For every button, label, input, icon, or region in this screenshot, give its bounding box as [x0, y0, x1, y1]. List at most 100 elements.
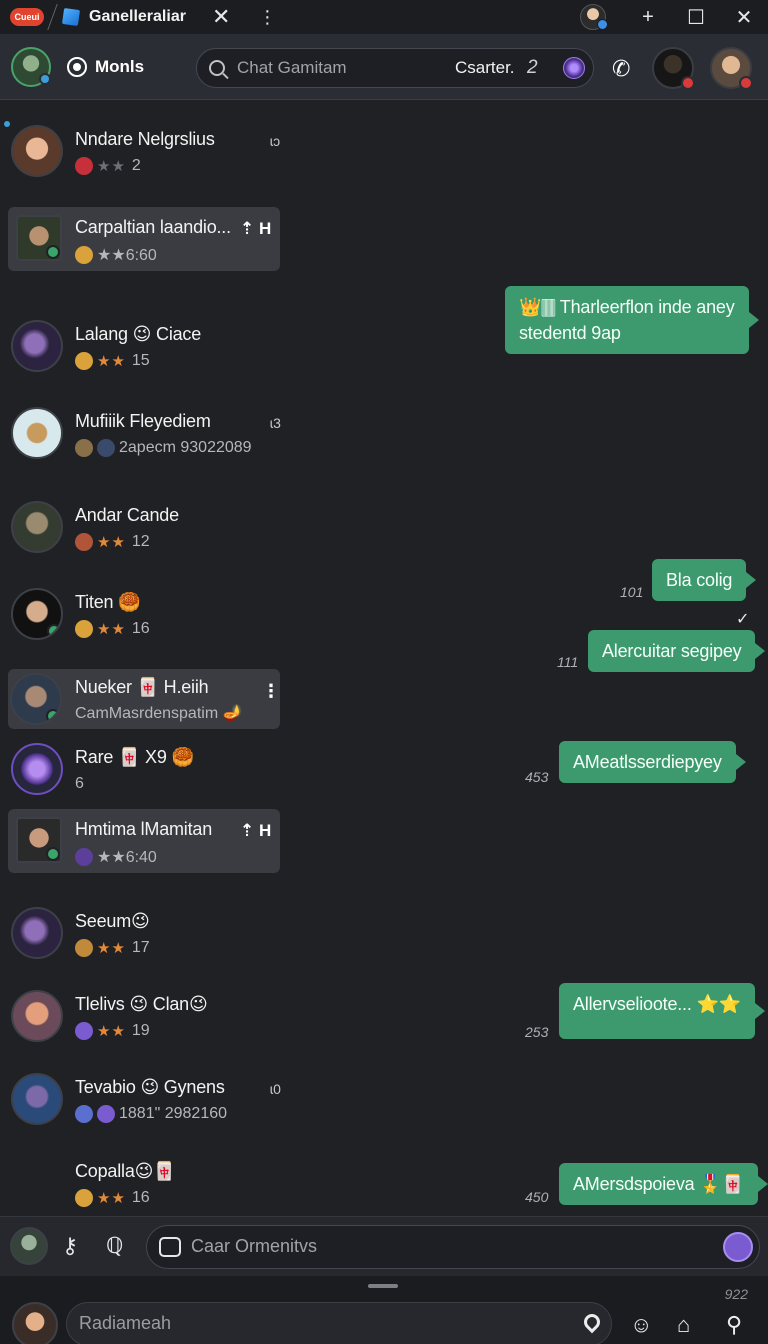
contact-avatar — [11, 907, 63, 959]
composer-input[interactable] — [191, 1236, 691, 1257]
message-time: 450 — [525, 1189, 549, 1205]
contact-avatar — [11, 1073, 63, 1125]
contact-row[interactable]: Lalang 😉 Ciace ★★ 15 — [8, 314, 280, 374]
contact-row[interactable]: Rare 🀄 X9 🥮 6 — [8, 737, 280, 797]
status-dot — [46, 847, 60, 861]
orb-icon[interactable] — [563, 57, 585, 79]
message-bubble[interactable]: 👑🀫 Tharleerflon inde aney stedentd 9ap — [505, 286, 759, 354]
row-menu-button[interactable]: ⋮ — [262, 681, 280, 702]
search-starter-label[interactable]: Csarter. — [455, 58, 515, 78]
row-action-icon[interactable]: ⇡ H — [240, 821, 271, 841]
contact-row[interactable]: Tevabio 😉 Gynens 1881" 2982160 ɩ0 — [8, 1067, 281, 1127]
stars-icon: ★★ — [97, 1190, 126, 1207]
contact-name: Titen 🥮 — [75, 592, 141, 612]
contact-row-selected[interactable]: Hmtima lMamitan ★★6:40 ⇡ H — [8, 809, 280, 873]
user-icon[interactable]: ⚲ — [726, 1312, 742, 1338]
message-bubble[interactable]: AMeatlsserdiepyey — [559, 741, 746, 783]
contact-avatar — [16, 215, 62, 261]
bolt-icon — [75, 352, 93, 370]
drag-handle[interactable] — [368, 1284, 398, 1288]
orb-icon — [97, 1105, 115, 1123]
contact-picture[interactable] — [710, 47, 753, 90]
contact-avatar — [16, 817, 62, 863]
potion-icon — [75, 848, 93, 866]
contact-name: Seeum😉 — [75, 911, 150, 931]
contact-meta: ★★ 17 — [75, 939, 150, 957]
contact-side-count: ɩɔ — [270, 133, 281, 149]
orb-icon — [75, 1022, 93, 1040]
message-bubble[interactable]: AMersdspoieva 🎖️🀄 — [559, 1163, 768, 1205]
chat-area: Nndare Nelgrslius ★★ 2 ɩɔ Carpaltian laan… — [0, 101, 768, 1216]
tab-divider — [47, 4, 58, 30]
contact-row[interactable]: Copalla😉🀄 ★★ 16 — [8, 1151, 280, 1211]
contact-meta-text: 12 — [131, 533, 150, 550]
status-dot — [46, 709, 60, 723]
composer-avatar[interactable] — [10, 1227, 48, 1265]
emoji-icon[interactable]: ☺ — [630, 1312, 652, 1338]
send-icon[interactable] — [723, 1232, 753, 1262]
tab-menu-button[interactable]: ⋮ — [258, 7, 276, 28]
contact-meta-text: 2apecm 93022089 — [119, 439, 252, 456]
status-dot — [47, 624, 61, 638]
message-bubble[interactable]: Bla colig — [652, 559, 757, 601]
contact-avatar — [11, 320, 63, 372]
bottom-field[interactable] — [66, 1302, 612, 1344]
wolf-icon — [97, 439, 115, 457]
contact-meta: ★★ 16 — [75, 1189, 150, 1207]
user-avatar[interactable] — [11, 46, 51, 87]
composer-field[interactable] — [146, 1225, 760, 1269]
bolt-icon — [75, 246, 93, 264]
message-bubble[interactable]: Alercuitar segipey — [588, 630, 766, 672]
brand[interactable]: Monls — [67, 56, 144, 77]
key-icon[interactable]: ⚷ — [62, 1233, 78, 1259]
contact-picture[interactable] — [652, 47, 695, 90]
read-check-icon: ✓ — [736, 611, 750, 628]
contact-row[interactable]: Andar Cande ★★ 12 — [8, 495, 280, 555]
contact-name: Hmtima lMamitan — [75, 819, 213, 839]
contact-meta-text: 1881" 2982160 — [119, 1105, 228, 1122]
contact-meta: 6 — [75, 775, 84, 793]
contact-row[interactable]: Nndare Nelgrslius ★★ 2 ɩɔ — [8, 119, 280, 179]
bottom-avatar[interactable] — [12, 1302, 58, 1344]
contact-row-selected[interactable]: Nueker 🀄 H.eiih CamMasrdenspatim 🪔 ⋮ — [8, 669, 280, 729]
new-tab-button[interactable]: + — [624, 6, 672, 29]
status-dot — [46, 245, 60, 259]
contact-meta-text: 16 — [131, 620, 150, 637]
contact-name: Rare 🀄 X9 🥮 — [75, 747, 194, 767]
contact-row[interactable]: Seeum😉 ★★ 17 — [8, 901, 280, 961]
stars-icon: ★★ — [97, 940, 126, 957]
contact-name: Nueker 🀄 H.eiih — [75, 677, 209, 697]
gem-icon — [75, 157, 93, 175]
contact-meta-text: ★★6:60 — [97, 247, 157, 264]
bag-icon[interactable]: ⌂ — [677, 1312, 690, 1338]
search-bar[interactable]: Csarter. 2 — [196, 48, 594, 88]
bottom-bar: 922 ☺ ⌂ ⚲ — [0, 1276, 768, 1344]
contact-row-selected[interactable]: Carpaltian laandio... ★★6:60 ⇡ H — [8, 207, 280, 271]
contact-name: Carpaltian laandio... — [75, 217, 231, 237]
tab-title[interactable]: Ganelleraliar — [89, 8, 186, 26]
contact-row[interactable]: Titen 🥮 ★★ 16 — [8, 582, 280, 642]
maximize-button[interactable]: ☐ — [672, 5, 720, 30]
pin-icon[interactable]: ℚ — [106, 1233, 123, 1259]
contact-meta-text: 17 — [131, 939, 150, 956]
contact-row[interactable]: Mufiiik Fleyediem 2apecm 93022089 ɩ3 — [8, 401, 281, 461]
stars-icon: ★★ — [97, 534, 126, 551]
contact-name: Copalla😉🀄 — [75, 1161, 176, 1181]
search-input[interactable] — [237, 58, 437, 78]
contact-meta: ★★6:40 — [75, 847, 157, 867]
notification-badge — [681, 76, 695, 90]
phone-icon[interactable]: ✆ — [612, 56, 630, 82]
chat-bubble-icon — [159, 1237, 181, 1257]
app-badge[interactable]: Cueui — [10, 8, 44, 26]
contact-row[interactable]: Tlelivs 😉 Clan😉 ★★ 19 — [8, 984, 280, 1044]
window-titlebar: Cueui Ganelleraliar ✕ ⋮ + ☐ ✕ — [0, 0, 768, 34]
bottom-input[interactable] — [79, 1313, 559, 1334]
row-action-icon[interactable]: ⇡ H — [240, 219, 271, 239]
contact-meta-text: 6 — [75, 775, 84, 792]
profile-avatar[interactable] — [580, 4, 608, 30]
contact-meta: CamMasrdenspatim 🪔 — [75, 703, 243, 723]
message-bubble[interactable]: Allervselioote... ⭐⭐ — [559, 983, 765, 1039]
contact-name: Mufiiik Fleyediem — [75, 411, 211, 431]
tab-close-button[interactable]: ✕ — [212, 6, 230, 28]
close-window-button[interactable]: ✕ — [720, 5, 768, 30]
